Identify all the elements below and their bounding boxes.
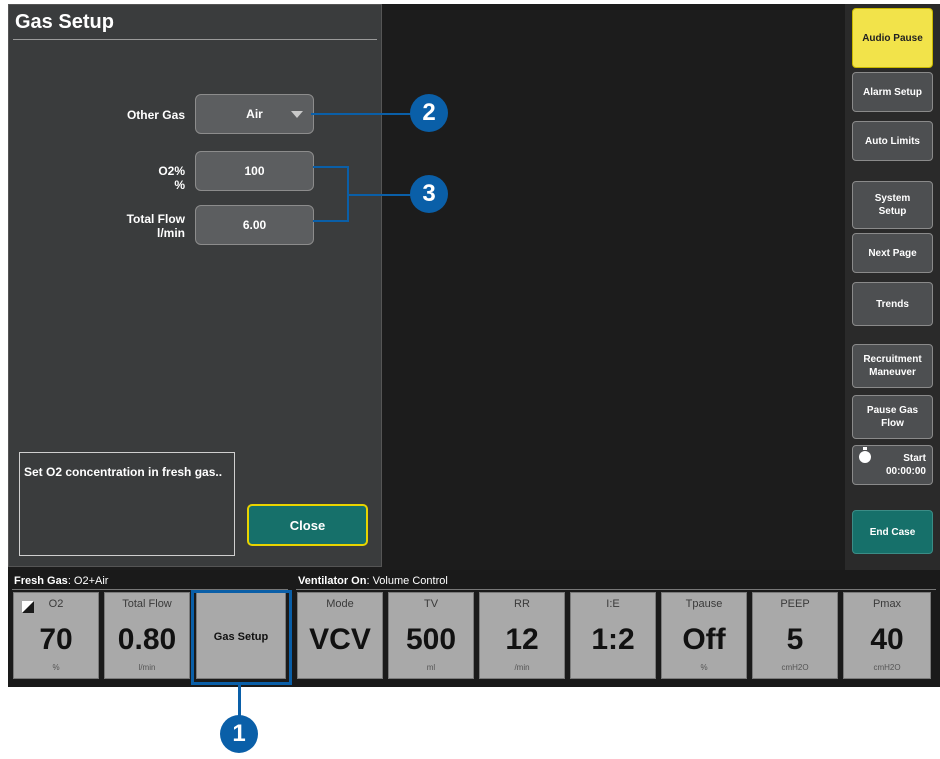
case-timer-button[interactable]: Start 00:00:00 [852, 445, 933, 485]
peep-tile-label: PEEP [780, 598, 810, 610]
fresh-gas-heading: Fresh Gas: O2+Air [14, 573, 108, 589]
o2-tile[interactable]: O2 70 % [13, 592, 99, 679]
o2-tile-label: O2 [48, 598, 64, 610]
audio-pause-button[interactable]: Audio Pause [852, 8, 933, 68]
tv-tile-label: TV [423, 598, 439, 610]
total-flow-label-unit: l/min [156, 226, 185, 240]
alarm-setup-button[interactable]: Alarm Setup [852, 72, 933, 112]
total-flow-tile[interactable]: Total Flow 0.80 l/min [104, 592, 190, 679]
timer-start-label: Start [903, 453, 926, 464]
rr-tile[interactable]: RR 12 /min [479, 592, 565, 679]
callout-3-bracket-top [313, 166, 349, 168]
o2-tile-unit: % [52, 663, 60, 672]
other-gas-select[interactable]: Air [195, 94, 314, 134]
ventilator-heading: Ventilator On: Volume Control [298, 573, 448, 589]
total-flow-tile-unit: l/min [138, 663, 156, 672]
o2-label-unit: % [174, 178, 185, 192]
callout-2-leader [311, 113, 415, 115]
close-button[interactable]: Close [247, 504, 368, 546]
peep-tile-unit: cmH2O [781, 663, 809, 672]
mode-tile-value: VCV [309, 623, 371, 656]
timer-value: 00:00:00 [885, 466, 926, 477]
total-flow-field[interactable]: 6.00 [195, 205, 314, 245]
ventilator-mode: : Volume Control [366, 575, 448, 587]
ie-tile-label: I:E [606, 598, 620, 610]
stopwatch-icon [859, 447, 871, 463]
next-page-button[interactable]: Next Page [852, 233, 933, 273]
ventilator-title: Ventilator On [298, 575, 367, 587]
system-setup-button[interactable]: System Setup [852, 181, 933, 229]
mode-tile[interactable]: Mode VCV [297, 592, 383, 679]
tv-tile-unit: ml [426, 663, 436, 672]
callout-3-bracket-bottom [313, 220, 349, 222]
pause-gas-flow-button[interactable]: Pause Gas Flow [852, 395, 933, 439]
pmax-tile-value: 40 [870, 623, 904, 656]
callout-highlight-box [191, 590, 292, 685]
callout-3-badge: 3 [410, 175, 448, 213]
rr-tile-label: RR [514, 598, 530, 610]
o2-percent-value: 100 [244, 164, 265, 178]
tpause-tile-unit: % [700, 663, 708, 672]
end-case-button[interactable]: End Case [852, 510, 933, 554]
fresh-gas-title: Fresh Gas [14, 575, 68, 587]
tv-tile[interactable]: TV 500 ml [388, 592, 474, 679]
other-gas-label: Other Gas [126, 108, 185, 122]
pmax-tile-label: Pmax [872, 598, 902, 610]
total-flow-tile-label: Total Flow [122, 598, 172, 610]
callout-1-badge: 1 [220, 715, 258, 753]
total-flow-label: Total Flow l/min [99, 212, 185, 240]
pmax-tile[interactable]: Pmax 40 cmH2O [843, 592, 931, 679]
panel-title: Gas Setup [15, 11, 114, 33]
peep-tile[interactable]: PEEP 5 cmH2O [752, 592, 838, 679]
recruitment-maneuver-button[interactable]: Recruitment Maneuver [852, 344, 933, 388]
chevron-down-icon [291, 111, 303, 118]
total-flow-value: 6.00 [242, 218, 267, 232]
case-timer-text: Start 00:00:00 [886, 452, 926, 478]
o2-tile-value: 70 [39, 623, 73, 656]
help-message-box: Set O2 concentration in fresh gas.. [19, 452, 235, 556]
rr-tile-value: 12 [505, 623, 539, 656]
fresh-gas-mode: : O2+Air [67, 575, 109, 587]
callout-3-leader [347, 194, 415, 196]
tpause-tile-value: Off [682, 623, 726, 656]
ventilator-divider [296, 589, 936, 590]
ie-tile-value: 1:2 [591, 623, 635, 656]
peep-tile-value: 5 [786, 623, 804, 656]
o2-percent-field[interactable]: 100 [195, 151, 314, 191]
tpause-tile-label: Tpause [685, 598, 723, 610]
mode-tile-label: Mode [326, 598, 354, 610]
o2-label-name: O2% [158, 164, 185, 178]
ie-tile[interactable]: I:E 1:2 [570, 592, 656, 679]
trends-button[interactable]: Trends [852, 282, 933, 326]
other-gas-value: Air [246, 107, 263, 121]
pmax-tile-unit: cmH2O [873, 663, 901, 672]
title-divider [13, 39, 377, 40]
o2-label: O2% % [99, 164, 185, 192]
auto-limits-button[interactable]: Auto Limits [852, 121, 933, 161]
gas-setup-panel: Gas Setup Other Gas Air O2% % 100 Total … [8, 4, 382, 567]
tpause-tile[interactable]: Tpause Off % [661, 592, 747, 679]
tv-tile-value: 500 [405, 623, 457, 656]
rr-tile-unit: /min [514, 663, 530, 672]
callout-2-badge: 2 [410, 94, 448, 132]
total-flow-tile-value: 0.80 [117, 623, 177, 656]
total-flow-label-name: Total Flow [126, 212, 185, 226]
